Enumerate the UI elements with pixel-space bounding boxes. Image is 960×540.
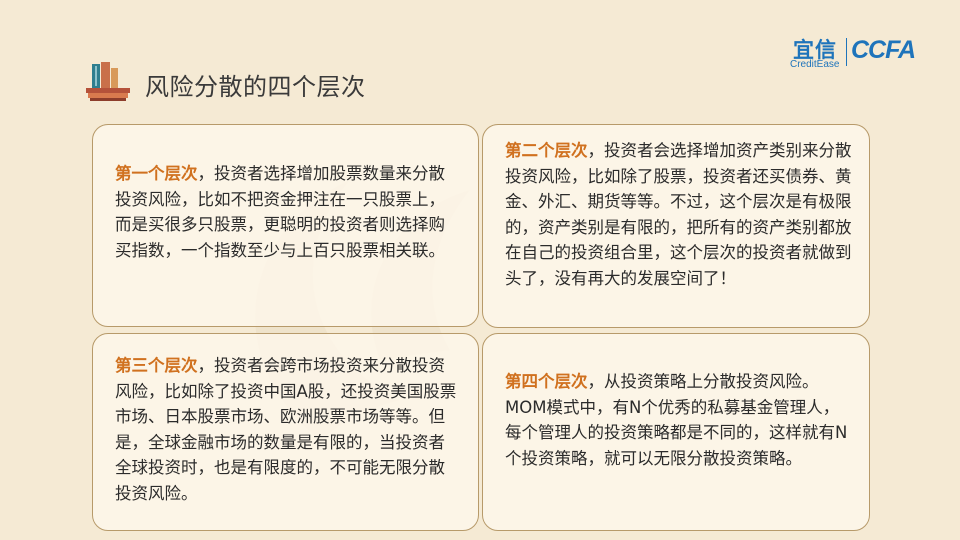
level-paragraph: 第三个层次，投资者会跨市场投资来分散投资风险，比如除了投资中国A股，还投资美国股… — [115, 353, 460, 506]
books-stack-icon — [86, 62, 130, 101]
slide: 风险分散的四个层次 宜信 CreditEase CCFA 第一个层次，投资者选择… — [0, 0, 960, 540]
level-box-2: 第二个层次，投资者会选择增加资产类别来分散投资风险，比如除了股票，投资者还买债券… — [482, 124, 870, 328]
level-paragraph: 第一个层次，投资者选择增加股票数量来分散投资风险，比如不把资金押注在一只股票上，… — [115, 161, 460, 263]
level-lead: 第四个层次 — [505, 372, 588, 391]
level-lead: 第一个层次 — [115, 164, 198, 183]
level-paragraph: 第二个层次，投资者会选择增加资产类别来分散投资风险，比如除了股票，投资者还买债券… — [505, 138, 855, 291]
level-text: ，投资者会跨市场投资来分散投资风险，比如除了投资中国A股，还投资美国股票市场、日… — [115, 356, 457, 503]
level-paragraph: 第四个层次，从投资策略上分散投资风险。MOM模式中，有N个优秀的私募基金管理人，… — [505, 369, 855, 471]
ccfa-logo: CCFA — [851, 36, 916, 64]
level-lead: 第三个层次 — [115, 356, 198, 375]
level-box-1: 第一个层次，投资者选择增加股票数量来分散投资风险，比如不把资金押注在一只股票上，… — [92, 124, 479, 327]
level-box-4: 第四个层次，从投资策略上分散投资风险。MOM模式中，有N个优秀的私募基金管理人，… — [482, 333, 870, 531]
page-title: 风险分散的四个层次 — [145, 73, 366, 101]
level-lead: 第二个层次 — [505, 141, 588, 160]
level-box-3: 第三个层次，投资者会跨市场投资来分散投资风险，比如除了投资中国A股，还投资美国股… — [92, 333, 479, 531]
creditease-logo-en: CreditEase — [790, 59, 840, 70]
logo-divider — [846, 38, 847, 66]
level-text: ，投资者会选择增加资产类别来分散投资风险，比如除了股票，投资者还买债券、黄金、外… — [505, 141, 852, 288]
